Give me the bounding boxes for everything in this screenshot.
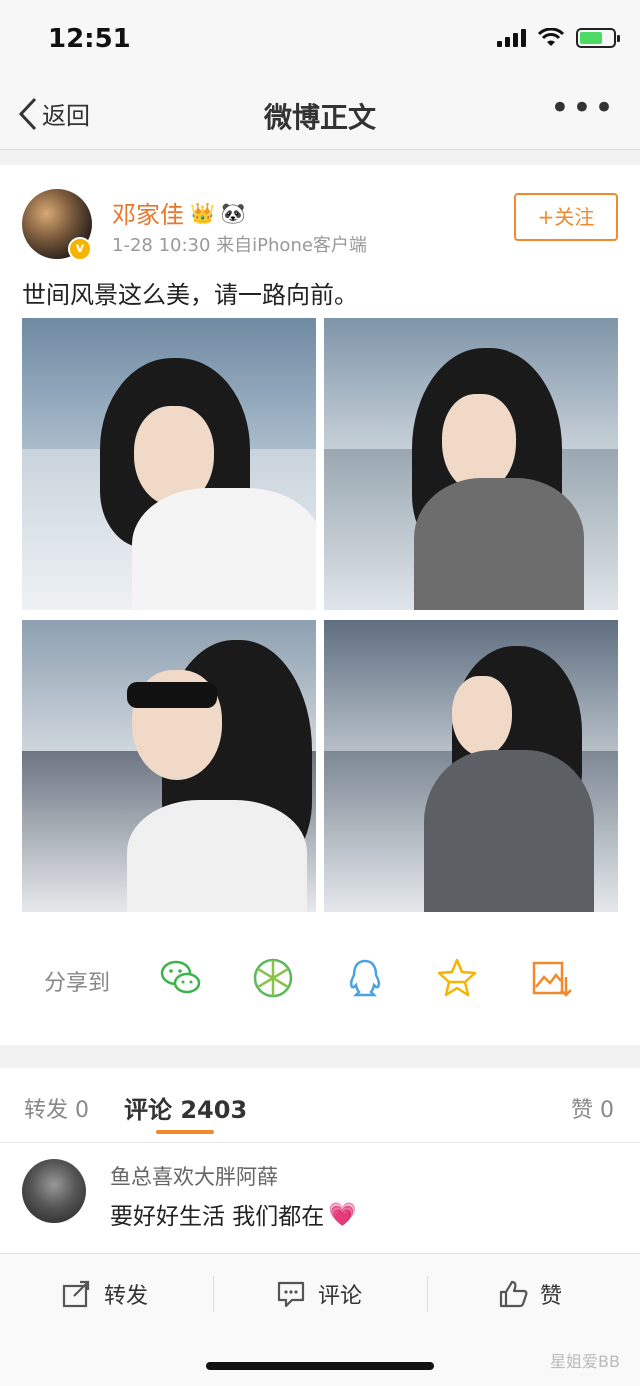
follow-button[interactable]: +关注 (514, 193, 618, 241)
moments-icon[interactable] (250, 955, 296, 1001)
home-indicator[interactable] (206, 1362, 434, 1370)
author-name-row: 邓家佳 👑 🐼 (112, 195, 246, 230)
post-text: 世间风景这么美，请一路向前。 (22, 281, 358, 309)
comment-text: 要好好生活 我们都在 (110, 1204, 325, 1230)
tab-active-indicator (156, 1130, 214, 1134)
post-photo-4[interactable] (324, 620, 618, 912)
status-bar: 12:51 (0, 0, 640, 80)
heart-emoji-icon: 💗 (328, 1201, 357, 1228)
post-photo-2[interactable] (324, 318, 618, 610)
post-card: v 邓家佳 👑 🐼 1-28 10:30 来自iPhone客户端 +关注 世间风… (0, 165, 640, 1045)
wifi-icon (538, 28, 564, 46)
status-time: 12:51 (48, 24, 131, 54)
crown-badge-icon: 👑 (190, 200, 215, 225)
repost-icon (62, 1280, 90, 1308)
wechat-icon[interactable] (158, 955, 204, 1001)
comment-button[interactable]: 评论 (276, 1274, 362, 1314)
post-photo-3[interactable] (22, 620, 316, 912)
signal-icon (497, 29, 526, 47)
divider (213, 1276, 214, 1312)
share-row: 分享到 (0, 945, 640, 1015)
watermark: 星姐爱BB (550, 1352, 620, 1371)
comment-tabs: 转发 0 评论 2403 赞 0 (0, 1068, 640, 1143)
repost-button[interactable]: 转发 (62, 1274, 148, 1314)
verified-badge-icon: v (68, 237, 92, 261)
status-icons (497, 28, 620, 48)
like-button[interactable]: 赞 (498, 1274, 562, 1314)
repost-label: 转发 (104, 1284, 149, 1309)
qq-icon[interactable] (342, 955, 388, 1001)
comment-icon (277, 1281, 305, 1308)
comment-label: 评论 (318, 1284, 363, 1309)
tab-comments[interactable]: 评论 2403 (124, 1090, 247, 1125)
nav-bar: 返回 微博正文 ••• (0, 80, 640, 150)
battery-icon (576, 28, 620, 48)
commenter-avatar[interactable] (22, 1159, 86, 1223)
save-image-icon[interactable] (528, 955, 574, 1001)
tab-likes[interactable]: 赞 0 (571, 1092, 614, 1124)
panda-badge-icon: 🐼 (220, 200, 246, 225)
like-label: 赞 (540, 1284, 563, 1309)
post-meta: 1-28 10:30 来自iPhone客户端 (112, 235, 367, 256)
author-name[interactable]: 邓家佳 (112, 195, 184, 230)
share-label: 分享到 (44, 971, 111, 996)
page-title: 微博正文 (263, 101, 376, 134)
more-button[interactable]: ••• (550, 88, 616, 128)
thumbs-up-icon (499, 1280, 528, 1308)
post-photo-1[interactable] (22, 318, 316, 610)
comment-item[interactable]: 鱼总喜欢大胖阿薛 要好好生活 我们都在 💗 (0, 1143, 640, 1253)
sunglasses (127, 682, 217, 708)
commenter-name[interactable]: 鱼总喜欢大胖阿薛 (110, 1161, 278, 1191)
comment-text-row: 要好好生活 我们都在 💗 (110, 1197, 357, 1231)
star-icon[interactable] (434, 955, 480, 1001)
tab-repost[interactable]: 转发 0 (24, 1092, 89, 1124)
divider (427, 1276, 428, 1312)
bottom-action-bar: 转发 评论 赞 星姐爱BB (0, 1253, 640, 1386)
